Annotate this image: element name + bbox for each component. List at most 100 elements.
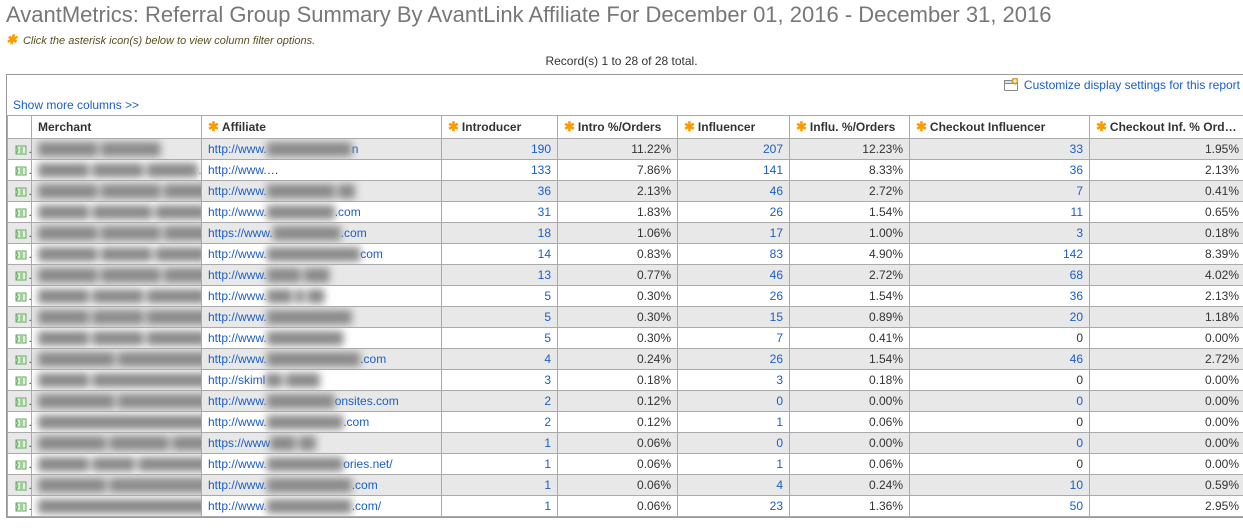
affiliate-link[interactable]: http://www.██████████.com/	[208, 499, 381, 513]
col-header-introducer[interactable]: ✱Introducer	[442, 116, 558, 139]
introducer-cell-link[interactable]: 2	[544, 415, 551, 429]
affiliate-link[interactable]: http://www.██████ ████/██████████	[208, 163, 442, 177]
introducer-cell-link[interactable]: 1	[544, 499, 551, 513]
checkout-inf-cell-link[interactable]: 46	[1070, 352, 1083, 366]
introducer-cell-link[interactable]: 1	[544, 478, 551, 492]
col-header-merchant[interactable]: Merchant	[32, 116, 202, 139]
checkout-inf-cell-link[interactable]: 50	[1070, 499, 1083, 513]
asterisk-icon[interactable]: ✱	[208, 119, 219, 134]
asterisk-icon[interactable]: ✱	[1096, 119, 1107, 134]
row-action-cell[interactable]	[8, 328, 32, 349]
expand-icon[interactable]	[14, 501, 28, 513]
affiliate-link[interactable]: http://www.██████████.com	[208, 478, 378, 492]
affiliate-link[interactable]: http://www.█████████ories.net/	[208, 457, 393, 471]
introducer-cell-link[interactable]: 1	[544, 436, 551, 450]
expand-icon[interactable]	[14, 165, 28, 177]
expand-icon[interactable]	[14, 186, 28, 198]
checkout-inf-cell-link[interactable]: 0	[1076, 394, 1083, 408]
influencer-cell-link[interactable]: 0	[776, 394, 783, 408]
expand-icon[interactable]	[14, 144, 28, 156]
col-header-checkout-inf[interactable]: ✱Checkout Influencer	[910, 116, 1090, 139]
affiliate-link[interactable]: http://www.███ █ ██	[208, 289, 324, 303]
influencer-cell-link[interactable]: 4	[776, 478, 783, 492]
show-more-columns-link[interactable]: Show more columns >>	[13, 98, 139, 112]
asterisk-icon[interactable]: ✱	[448, 119, 459, 134]
asterisk-icon[interactable]: ✱	[916, 119, 927, 134]
row-action-cell[interactable]	[8, 433, 32, 454]
checkout-inf-cell-link[interactable]: 68	[1070, 268, 1083, 282]
row-action-cell[interactable]	[8, 496, 32, 517]
col-header-checkout-pct[interactable]: ✱Checkout Inf. % Orders	[1090, 116, 1243, 139]
expand-icon[interactable]	[14, 396, 28, 408]
influencer-cell-link[interactable]: 26	[770, 289, 783, 303]
affiliate-link[interactable]: http://skiml██ ████	[208, 373, 320, 387]
affiliate-link[interactable]: http://www.████████ ██	[208, 184, 355, 198]
expand-icon[interactable]	[14, 459, 28, 471]
row-action-cell[interactable]	[8, 454, 32, 475]
affiliate-link[interactable]: http://www.███████████.com	[208, 352, 386, 366]
introducer-cell-link[interactable]: 14	[538, 247, 551, 261]
checkout-inf-cell-link[interactable]: 3	[1076, 226, 1083, 240]
row-action-cell[interactable]	[8, 202, 32, 223]
col-header-intro-pct[interactable]: ✱Intro %/Orders	[558, 116, 678, 139]
row-action-cell[interactable]	[8, 370, 32, 391]
expand-icon[interactable]	[14, 375, 28, 387]
introducer-cell-link[interactable]: 5	[544, 310, 551, 324]
affiliate-link[interactable]: http://www.████████onsites.com	[208, 394, 399, 408]
influencer-cell-link[interactable]: 83	[770, 247, 783, 261]
row-action-cell[interactable]	[8, 160, 32, 181]
asterisk-icon[interactable]: ✱	[564, 119, 575, 134]
row-action-cell[interactable]	[8, 475, 32, 496]
col-header-influ-pct[interactable]: ✱Influ. %/Orders	[790, 116, 910, 139]
influencer-cell-link[interactable]: 141	[763, 163, 783, 177]
expand-icon[interactable]	[14, 438, 28, 450]
introducer-cell-link[interactable]: 18	[538, 226, 551, 240]
row-action-cell[interactable]	[8, 265, 32, 286]
row-action-cell[interactable]	[8, 223, 32, 244]
affiliate-link[interactable]: http://www.████████.com	[208, 205, 361, 219]
introducer-cell-link[interactable]: 2	[544, 394, 551, 408]
expand-icon[interactable]	[14, 291, 28, 303]
expand-icon[interactable]	[14, 207, 28, 219]
introducer-cell-link[interactable]: 190	[531, 142, 551, 156]
checkout-inf-cell-link[interactable]: 7	[1076, 184, 1083, 198]
checkout-inf-cell-link[interactable]: 33	[1070, 142, 1083, 156]
introducer-cell-link[interactable]: 3	[544, 373, 551, 387]
row-action-cell[interactable]	[8, 286, 32, 307]
introducer-cell-link[interactable]: 5	[544, 331, 551, 345]
introducer-cell-link[interactable]: 1	[544, 457, 551, 471]
affiliate-link[interactable]: http://www.████ ███	[208, 268, 330, 282]
influencer-cell-link[interactable]: 0	[776, 436, 783, 450]
affiliate-link[interactable]: https://www.████████.com	[208, 226, 367, 240]
asterisk-icon[interactable]: ✱	[684, 119, 695, 134]
expand-icon[interactable]	[14, 480, 28, 492]
checkout-inf-cell-link[interactable]: 11	[1071, 205, 1083, 219]
influencer-cell-link[interactable]: 26	[770, 205, 783, 219]
expand-icon[interactable]	[14, 333, 28, 345]
col-header-influencer[interactable]: ✱Influencer	[678, 116, 790, 139]
influencer-cell-link[interactable]: 15	[770, 310, 783, 324]
expand-icon[interactable]	[14, 228, 28, 240]
affiliate-link[interactable]: http://www.█████████	[208, 331, 343, 345]
customize-settings-link[interactable]: Customize display settings for this repo…	[1024, 78, 1240, 92]
expand-icon[interactable]	[14, 249, 28, 261]
expand-icon[interactable]	[14, 312, 28, 324]
affiliate-link[interactable]: http://www.██████████	[208, 310, 352, 324]
introducer-cell-link[interactable]: 133	[531, 163, 551, 177]
influencer-cell-link[interactable]: 46	[770, 184, 783, 198]
row-action-cell[interactable]	[8, 391, 32, 412]
influencer-cell-link[interactable]: 3	[776, 373, 783, 387]
checkout-inf-cell-link[interactable]: 0	[1076, 436, 1083, 450]
introducer-cell-link[interactable]: 36	[538, 184, 551, 198]
introducer-cell-link[interactable]: 5	[544, 289, 551, 303]
introducer-cell-link[interactable]: 4	[544, 352, 551, 366]
row-action-cell[interactable]	[8, 349, 32, 370]
influencer-cell-link[interactable]: 46	[770, 268, 783, 282]
checkout-inf-cell-link[interactable]: 10	[1070, 478, 1083, 492]
affiliate-link[interactable]: http://www.██████████n	[208, 142, 358, 156]
asterisk-icon[interactable]: ✱	[796, 119, 807, 134]
checkout-inf-cell-link[interactable]: 20	[1070, 310, 1083, 324]
checkout-inf-cell-link[interactable]: 36	[1070, 163, 1083, 177]
checkout-inf-cell-link[interactable]: 142	[1063, 247, 1083, 261]
influencer-cell-link[interactable]: 7	[776, 331, 783, 345]
